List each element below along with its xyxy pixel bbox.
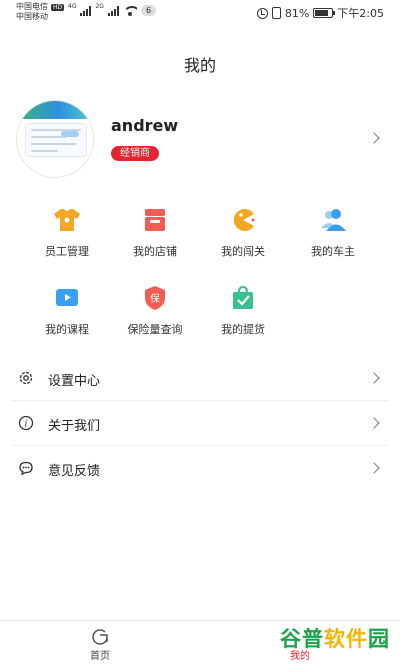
network-type-1: 4G [68, 3, 77, 10]
grid-item-label: 我的车主 [311, 245, 355, 258]
network-icons: 4G 2G 6 [68, 3, 157, 16]
chevron-right-icon [368, 372, 380, 384]
status-bar: 中国电信 HD 中国移动 4G 2G 6 81% 下午2:05 [0, 0, 400, 26]
menu-item-settings[interactable]: 设置中心 [12, 356, 388, 401]
shop-icon [140, 206, 170, 234]
grid-item-staff-management[interactable]: 员工管理 [22, 206, 112, 259]
status-right: 81% 下午2:05 [256, 5, 384, 21]
menu-item-label: 关于我们 [48, 419, 101, 434]
nav-home[interactable]: 首页 [0, 621, 200, 666]
menu-item-label: 设置中心 [48, 374, 101, 389]
carrier-2: 中国移动 [16, 12, 48, 21]
grid-item-label: 我的闯关 [221, 245, 265, 258]
users-icon [318, 206, 348, 234]
grid-item-label: 员工管理 [45, 245, 89, 258]
insurance-shield-icon: 保 [140, 284, 170, 312]
menu-item-label: 意见反馈 [48, 464, 101, 479]
menu-item-about-us[interactable]: i 关于我们 [12, 401, 388, 446]
grid-item-my-pickup[interactable]: 我的提货 [198, 284, 288, 337]
gear-icon [18, 370, 34, 386]
grid-item-label: 我的店铺 [133, 245, 177, 258]
watermark-logo: 谷普软件园 [280, 622, 390, 656]
battery-percent: 81% [284, 6, 310, 20]
signal-icon-2 [107, 6, 119, 16]
role-badge: 经销商 [111, 146, 159, 161]
notification-count-badge: 6 [140, 5, 157, 16]
signal-icon [80, 6, 92, 16]
grid-item-my-courses[interactable]: 我的课程 [22, 284, 112, 337]
wifi-icon [122, 6, 137, 16]
watermark-part-3: 园 [368, 627, 390, 651]
home-icon [90, 627, 110, 645]
network-type-2: 2G [95, 3, 104, 10]
grid-item-label: 我的提货 [221, 323, 265, 336]
battery-icon [313, 8, 336, 18]
watermark-part-1: 谷普 [280, 627, 324, 651]
grid-item-my-shop[interactable]: 我的店铺 [110, 206, 200, 259]
grid-item-label: 我的课程 [45, 323, 89, 336]
profile-card[interactable]: andrew 经销商 [0, 96, 400, 180]
tshirt-icon [52, 206, 82, 234]
shopping-bag-check-icon [228, 284, 258, 312]
grid-item-my-challenge[interactable]: 我的闯关 [198, 206, 288, 259]
info-icon: i [18, 415, 34, 431]
vibrate-icon [271, 7, 281, 19]
settings-menu: 设置中心 i 关于我们 意见反馈 [12, 356, 388, 491]
alarm-icon [256, 7, 268, 19]
chat-icon [18, 460, 34, 476]
grid-item-insurance-query[interactable]: 保 保险量查询 [110, 284, 200, 337]
grid-item-label: 保险量查询 [127, 323, 183, 336]
pacman-icon [228, 206, 258, 234]
carrier-info: 中国电信 HD 中国移动 [16, 2, 65, 22]
profile-chevron-right-icon[interactable] [368, 132, 380, 144]
svg-text:i: i [25, 420, 28, 430]
username: andrew [111, 116, 179, 135]
nav-home-label: 首页 [90, 651, 110, 662]
avatar[interactable] [16, 100, 94, 178]
insurance-shield-text: 保 [150, 292, 160, 305]
grid-item-my-car-owners[interactable]: 我的车主 [288, 206, 378, 259]
page-title: 我的 [183, 56, 216, 75]
carrier-1: 中国电信 [16, 2, 48, 11]
hd-badge: HD [51, 3, 65, 11]
chevron-right-icon [368, 462, 380, 474]
watermark-part-2: 软件 [324, 627, 368, 651]
chevron-right-icon [368, 417, 380, 429]
video-play-icon [52, 284, 82, 312]
menu-item-feedback[interactable]: 意见反馈 [12, 446, 388, 491]
clock: 下午2:05 [337, 7, 384, 20]
